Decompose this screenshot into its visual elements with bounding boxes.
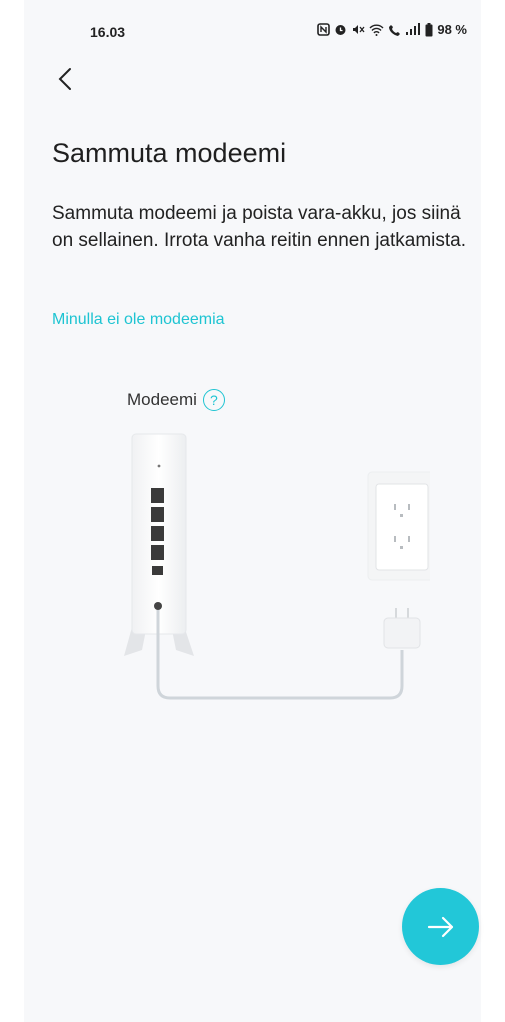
app-screen: 16.03 98 % Sammuta modeemi Sammuta modee… (24, 0, 481, 1022)
arrow-right-icon (427, 916, 453, 937)
status-bar: 16.03 98 % (24, 0, 481, 60)
call-icon (389, 25, 401, 36)
status-time: 16.03 (90, 24, 126, 40)
instruction-text: Sammuta modeemi ja poista vara-akku, jos… (52, 203, 467, 251)
signal-icon (406, 23, 421, 35)
no-modem-link[interactable]: Minulla ei ole modeemia (52, 311, 225, 329)
modem-illustration (124, 433, 430, 700)
chevron-left-icon (58, 68, 71, 90)
page-title: Sammuta modeemi (52, 138, 287, 168)
question-circle-icon[interactable]: ? (202, 389, 225, 411)
next-button[interactable] (402, 888, 479, 965)
modem-label: Modeemi (127, 390, 197, 409)
alarm-icon (335, 25, 346, 35)
back-button[interactable] (52, 63, 82, 95)
modem-label-row: Modeemi ? (127, 389, 225, 411)
status-icons: 98 % (317, 22, 467, 37)
wifi-icon (369, 24, 384, 36)
battery-icon (425, 22, 433, 36)
mute-icon (353, 25, 365, 34)
nfc-icon (317, 23, 331, 36)
battery-percent: 98 % (437, 22, 467, 37)
